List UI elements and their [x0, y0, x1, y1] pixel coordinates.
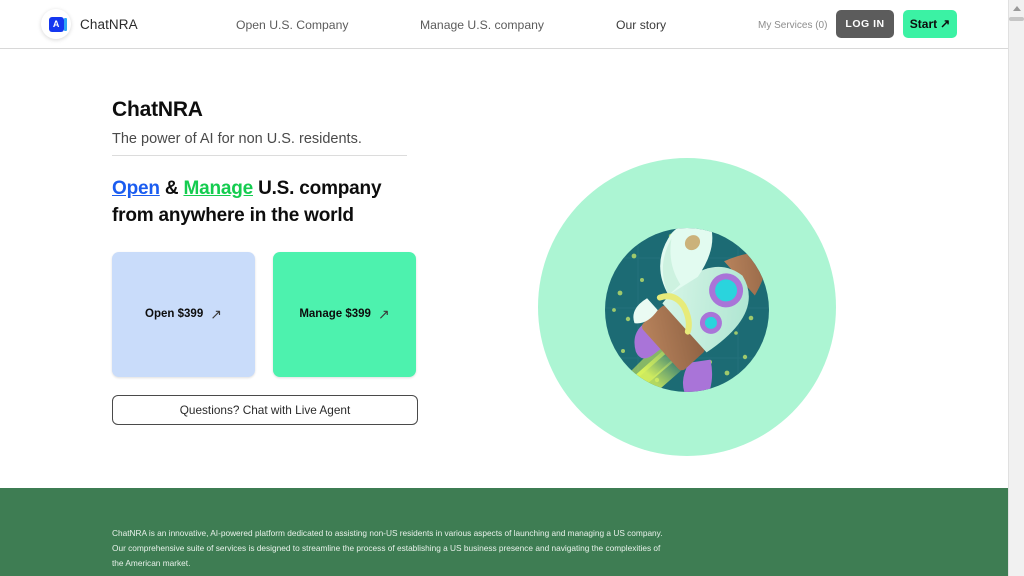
brand-name: ChatNRA: [80, 16, 138, 32]
browser-viewport: A ChatNRA Open U.S. Company Manage U.S. …: [0, 0, 1024, 576]
manage-price-card-label: Manage $399: [299, 308, 371, 321]
nav-link-our-story[interactable]: Our story: [616, 18, 666, 32]
page-title: ChatNRA: [112, 98, 203, 121]
hero-headline: Open & Manage U.S. company from anywhere…: [112, 176, 432, 230]
headline-tail: U.S. company: [253, 178, 382, 199]
nav-link-open-us-company[interactable]: Open U.S. Company: [236, 18, 348, 32]
arrow-up-right-icon: ↗: [210, 305, 222, 322]
arrow-up-right-icon: ↗: [940, 16, 951, 31]
open-price-card-label: Open $399: [145, 308, 204, 321]
logo-letter: A: [52, 18, 60, 29]
nav-link-manage-us-company[interactable]: Manage U.S. company: [420, 18, 544, 32]
logo-square: A: [48, 16, 67, 32]
footer: ChatNRA is an innovative, AI-powered pla…: [0, 488, 1008, 576]
pricing-cards: Open $399 ↗ Manage $399 ↗: [112, 251, 432, 377]
footer-description: ChatNRA is an innovative, AI-powered pla…: [112, 528, 663, 568]
scroll-up-button[interactable]: [1009, 0, 1024, 17]
triangle-up-icon: [1012, 6, 1021, 11]
brand-logo-link[interactable]: A ChatNRA: [41, 9, 138, 39]
headline-open-link[interactable]: Open: [112, 178, 160, 199]
headline-manage-link[interactable]: Manage: [183, 178, 253, 199]
hero-content: ChatNRA The power of AI for non U.S. res…: [112, 98, 432, 425]
headline-ampersand: &: [159, 178, 184, 199]
my-services-link[interactable]: My Services (0): [758, 20, 827, 31]
hero-subtitle: The power of AI for non U.S. residents.: [112, 131, 362, 147]
headline-line-2: from anywhere in the world: [112, 204, 354, 226]
page-content: A ChatNRA Open U.S. Company Manage U.S. …: [0, 0, 1008, 576]
scrollbar-thumb[interactable]: [1009, 17, 1024, 21]
hero-section: ChatNRA The power of AI for non U.S. res…: [0, 49, 1008, 488]
top-navigation-bar: A ChatNRA Open U.S. Company Manage U.S. …: [0, 0, 1008, 52]
logo-accent-bar: [64, 17, 67, 31]
page-scrollbar[interactable]: [1008, 0, 1024, 576]
manage-price-card[interactable]: Manage $399 ↗: [273, 251, 416, 377]
arrow-up-right-icon: ↗: [377, 305, 390, 322]
start-button-label: Start: [909, 17, 938, 31]
log-in-button[interactable]: LOG IN: [836, 10, 894, 38]
hero-divider: [112, 155, 407, 156]
live-agent-chat-button[interactable]: Questions? Chat with Live Agent: [112, 394, 418, 425]
start-button[interactable]: Start ↗: [903, 10, 957, 38]
chatnra-logo-icon: A: [41, 9, 71, 39]
rocket-illustration: [538, 158, 836, 456]
open-price-card[interactable]: Open $399 ↗: [112, 251, 255, 377]
